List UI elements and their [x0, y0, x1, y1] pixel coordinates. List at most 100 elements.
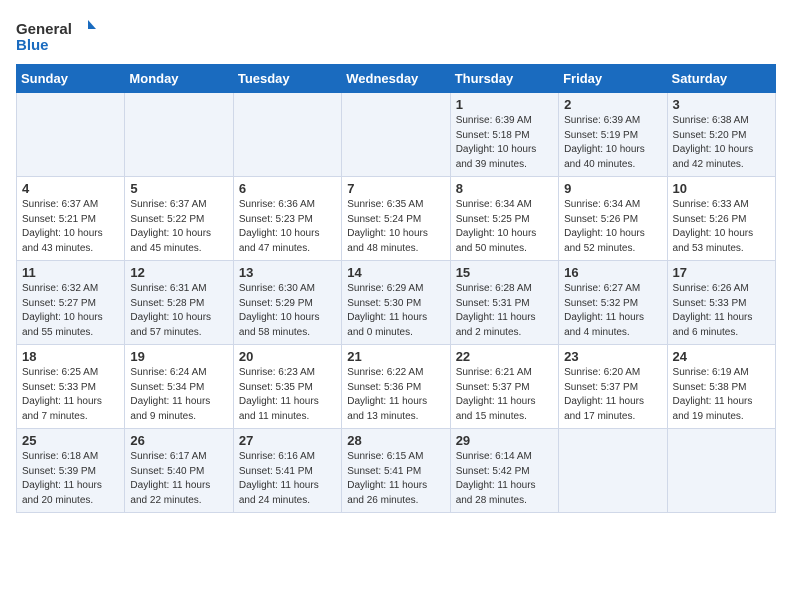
- day-info: Sunrise: 6:24 AM Sunset: 5:34 PM Dayligh…: [130, 366, 227, 424]
- day-info: Sunrise: 6:23 AM Sunset: 5:35 PM Dayligh…: [239, 366, 336, 424]
- day-info: Sunrise: 6:26 AM Sunset: 5:33 PM Dayligh…: [673, 282, 770, 340]
- day-info: Sunrise: 6:15 AM Sunset: 5:41 PM Dayligh…: [347, 450, 444, 508]
- day-number: 28: [347, 433, 444, 448]
- day-number: 17: [673, 265, 770, 280]
- calendar-cell: 9 Sunrise: 6:34 AM Sunset: 5:26 PM Daylig…: [559, 177, 667, 261]
- calendar-cell: 8 Sunrise: 6:34 AM Sunset: 5:25 PM Daylig…: [450, 177, 558, 261]
- calendar-cell: [667, 429, 775, 513]
- weekday-header: Thursday: [450, 65, 558, 93]
- calendar-cell: 4 Sunrise: 6:37 AM Sunset: 5:21 PM Daylig…: [17, 177, 125, 261]
- day-number: 3: [673, 97, 770, 112]
- day-number: 1: [456, 97, 553, 112]
- calendar-week-row: 4 Sunrise: 6:37 AM Sunset: 5:21 PM Daylig…: [17, 177, 776, 261]
- day-number: 10: [673, 181, 770, 196]
- day-number: 21: [347, 349, 444, 364]
- day-info: Sunrise: 6:17 AM Sunset: 5:40 PM Dayligh…: [130, 450, 227, 508]
- day-info: Sunrise: 6:37 AM Sunset: 5:21 PM Dayligh…: [22, 198, 119, 256]
- day-number: 15: [456, 265, 553, 280]
- calendar-cell: 14Sunrise: 6:29 AM Sunset: 5:30 PM Dayli…: [342, 261, 450, 345]
- day-info: Sunrise: 6:25 AM Sunset: 5:33 PM Dayligh…: [22, 366, 119, 424]
- calendar-cell: 21 Sunrise: 6:22 AM Sunset: 5:36 PM Dayli…: [342, 345, 450, 429]
- calendar-week-row: 18 Sunrise: 6:25 AM Sunset: 5:33 PM Dayli…: [17, 345, 776, 429]
- day-info: Sunrise: 6:39 AM Sunset: 5:19 PM Dayligh…: [564, 114, 661, 172]
- calendar-cell: [17, 93, 125, 177]
- day-info: Sunrise: 6:30 AM Sunset: 5:29 PM Dayligh…: [239, 282, 336, 340]
- day-number: 16: [564, 265, 661, 280]
- day-number: 2: [564, 97, 661, 112]
- calendar-week-row: 1 Sunrise: 6:39 AM Sunset: 5:18 PM Daylig…: [17, 93, 776, 177]
- day-info: Sunrise: 6:28 AM Sunset: 5:31 PM Dayligh…: [456, 282, 553, 340]
- calendar-week-row: 11 Sunrise: 6:32 AM Sunset: 5:27 PM Dayli…: [17, 261, 776, 345]
- logo: General Blue: [16, 16, 96, 56]
- logo-svg: General Blue: [16, 16, 96, 56]
- weekday-header: Sunday: [17, 65, 125, 93]
- calendar-cell: 2 Sunrise: 6:39 AM Sunset: 5:19 PM Daylig…: [559, 93, 667, 177]
- day-info: Sunrise: 6:34 AM Sunset: 5:26 PM Dayligh…: [564, 198, 661, 256]
- weekday-header: Wednesday: [342, 65, 450, 93]
- calendar-cell: 19Sunrise: 6:24 AM Sunset: 5:34 PM Dayli…: [125, 345, 233, 429]
- svg-text:Blue: Blue: [16, 37, 49, 54]
- day-number: 8: [456, 181, 553, 196]
- calendar-cell: 13 Sunrise: 6:30 AM Sunset: 5:29 PM Dayli…: [233, 261, 341, 345]
- day-info: Sunrise: 6:21 AM Sunset: 5:37 PM Dayligh…: [456, 366, 553, 424]
- day-info: Sunrise: 6:38 AM Sunset: 5:20 PM Dayligh…: [673, 114, 770, 172]
- calendar-cell: 16Sunrise: 6:27 AM Sunset: 5:32 PM Dayli…: [559, 261, 667, 345]
- day-number: 14: [347, 265, 444, 280]
- day-number: 6: [239, 181, 336, 196]
- day-info: Sunrise: 6:35 AM Sunset: 5:24 PM Dayligh…: [347, 198, 444, 256]
- day-info: Sunrise: 6:34 AM Sunset: 5:25 PM Dayligh…: [456, 198, 553, 256]
- day-info: Sunrise: 6:37 AM Sunset: 5:22 PM Dayligh…: [130, 198, 227, 256]
- calendar-cell: [342, 93, 450, 177]
- day-info: Sunrise: 6:33 AM Sunset: 5:26 PM Dayligh…: [673, 198, 770, 256]
- day-info: Sunrise: 6:18 AM Sunset: 5:39 PM Dayligh…: [22, 450, 119, 508]
- day-number: 18: [22, 349, 119, 364]
- calendar-cell: 17 Sunrise: 6:26 AM Sunset: 5:33 PM Dayli…: [667, 261, 775, 345]
- day-number: 9: [564, 181, 661, 196]
- calendar-cell: 7 Sunrise: 6:35 AM Sunset: 5:24 PM Daylig…: [342, 177, 450, 261]
- day-number: 7: [347, 181, 444, 196]
- calendar-cell: 18 Sunrise: 6:25 AM Sunset: 5:33 PM Dayli…: [17, 345, 125, 429]
- day-number: 12: [130, 265, 227, 280]
- calendar-cell: 22 Sunrise: 6:21 AM Sunset: 5:37 PM Dayli…: [450, 345, 558, 429]
- calendar-cell: [559, 429, 667, 513]
- calendar-cell: 6 Sunrise: 6:36 AM Sunset: 5:23 PM Daylig…: [233, 177, 341, 261]
- day-info: Sunrise: 6:14 AM Sunset: 5:42 PM Dayligh…: [456, 450, 553, 508]
- calendar-cell: 11 Sunrise: 6:32 AM Sunset: 5:27 PM Dayli…: [17, 261, 125, 345]
- day-number: 20: [239, 349, 336, 364]
- calendar-cell: [125, 93, 233, 177]
- calendar-week-row: 25 Sunrise: 6:18 AM Sunset: 5:39 PM Dayli…: [17, 429, 776, 513]
- weekday-header: Tuesday: [233, 65, 341, 93]
- weekday-header: Friday: [559, 65, 667, 93]
- calendar-cell: 3 Sunrise: 6:38 AM Sunset: 5:20 PM Daylig…: [667, 93, 775, 177]
- calendar-cell: 5 Sunrise: 6:37 AM Sunset: 5:22 PM Daylig…: [125, 177, 233, 261]
- header: General Blue: [16, 16, 776, 56]
- day-number: 26: [130, 433, 227, 448]
- day-number: 24: [673, 349, 770, 364]
- calendar-cell: 27Sunrise: 6:16 AM Sunset: 5:41 PM Dayli…: [233, 429, 341, 513]
- day-number: 22: [456, 349, 553, 364]
- calendar-cell: 15 Sunrise: 6:28 AM Sunset: 5:31 PM Dayli…: [450, 261, 558, 345]
- day-info: Sunrise: 6:16 AM Sunset: 5:41 PM Dayligh…: [239, 450, 336, 508]
- calendar-cell: 25 Sunrise: 6:18 AM Sunset: 5:39 PM Dayli…: [17, 429, 125, 513]
- calendar-cell: 23 Sunrise: 6:20 AM Sunset: 5:37 PM Dayli…: [559, 345, 667, 429]
- calendar-cell: 24Sunrise: 6:19 AM Sunset: 5:38 PM Dayli…: [667, 345, 775, 429]
- day-info: Sunrise: 6:39 AM Sunset: 5:18 PM Dayligh…: [456, 114, 553, 172]
- day-info: Sunrise: 6:22 AM Sunset: 5:36 PM Dayligh…: [347, 366, 444, 424]
- calendar-cell: [233, 93, 341, 177]
- day-info: Sunrise: 6:20 AM Sunset: 5:37 PM Dayligh…: [564, 366, 661, 424]
- day-number: 11: [22, 265, 119, 280]
- calendar-cell: 26 Sunrise: 6:17 AM Sunset: 5:40 PM Dayli…: [125, 429, 233, 513]
- day-info: Sunrise: 6:32 AM Sunset: 5:27 PM Dayligh…: [22, 282, 119, 340]
- day-number: 29: [456, 433, 553, 448]
- day-number: 4: [22, 181, 119, 196]
- day-number: 25: [22, 433, 119, 448]
- weekday-header: Monday: [125, 65, 233, 93]
- calendar-cell: 28 Sunrise: 6:15 AM Sunset: 5:41 PM Dayli…: [342, 429, 450, 513]
- day-number: 23: [564, 349, 661, 364]
- svg-text:General: General: [16, 21, 72, 38]
- day-info: Sunrise: 6:31 AM Sunset: 5:28 PM Dayligh…: [130, 282, 227, 340]
- day-number: 13: [239, 265, 336, 280]
- day-number: 5: [130, 181, 227, 196]
- calendar-cell: 20 Sunrise: 6:23 AM Sunset: 5:35 PM Dayli…: [233, 345, 341, 429]
- day-info: Sunrise: 6:36 AM Sunset: 5:23 PM Dayligh…: [239, 198, 336, 256]
